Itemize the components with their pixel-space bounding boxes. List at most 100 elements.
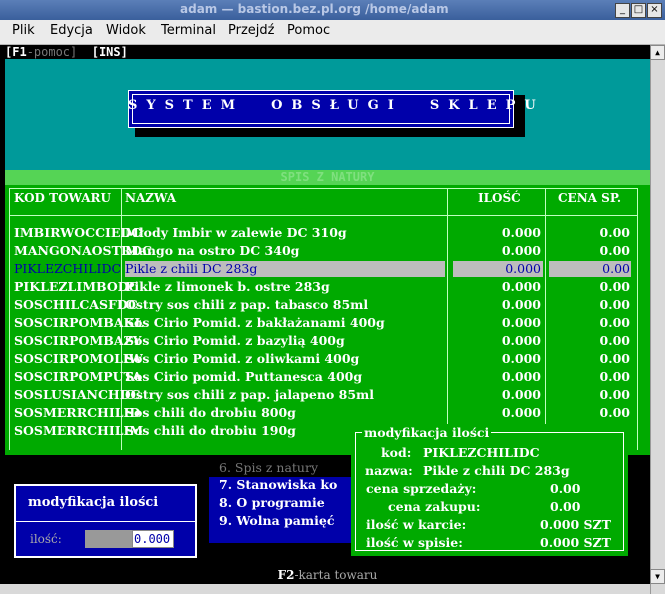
row-name: Ostry sos chili z pap. jalapeno 85ml — [125, 387, 375, 402]
row-qty: 0.000 — [505, 261, 541, 276]
row-code: SOSCIRPOMBAZY — [14, 333, 142, 348]
row-qty: 0.000 — [501, 405, 541, 420]
modify-line-label: nazwa: — [365, 463, 413, 478]
table-row[interactable]: IMBIRWOCCIEDC Młody Imbir w zalewie DC 31… — [0, 224, 650, 242]
vertical-scrollbar[interactable] — [650, 45, 665, 594]
table-row[interactable]: SOSLUSIANCHDC Ostry sos chili z pap. jala… — [0, 386, 650, 404]
row-price: 0.00 — [599, 387, 630, 402]
row-price: 0.00 — [599, 297, 630, 312]
scroll-up-icon[interactable]: ▲ — [650, 45, 665, 60]
row-name: Sos Cirio Pomid. z bakłażanami 400g — [125, 315, 385, 330]
f2-text: -karta towaru — [294, 568, 378, 582]
menu-item-spis[interactable]: 6. Spis z natury — [219, 460, 318, 475]
row-name: Mango na ostro DC 340g — [125, 243, 300, 258]
row-price: 0.00 — [599, 279, 630, 294]
modify-line-label: kod: — [381, 445, 412, 460]
row-code: PIKLEZLIMBODC — [14, 279, 139, 294]
modify-line-label: ilość w karcie: — [366, 517, 467, 532]
header-divider — [9, 215, 638, 216]
row-price: 0.00 — [599, 333, 630, 348]
row-code: SOSCHILCASFDC — [14, 297, 138, 312]
row-code: PIKLEZCHILIDC — [14, 261, 122, 276]
row-name: Sos Cirio Pomid. z oliwkami 400g — [125, 351, 360, 366]
col-header-code[interactable]: KOD TOWARU — [14, 191, 111, 205]
row-name: Pikle z limonek b. ostre 283g — [125, 279, 330, 294]
row-code: SOSCIRPOMPUTA — [14, 369, 142, 384]
modify-line-value: 0.00 — [550, 481, 581, 496]
table-row[interactable]: SOSCIRPOMBAKŁ Sos Cirio Pomid. z bakłażan… — [0, 314, 650, 332]
key-hints-bar: [F1-pomoc] [INS] — [5, 46, 650, 59]
row-name: Sos Cirio Pomid. z bazylią 400g — [125, 333, 345, 348]
row-price: 0.00 — [599, 405, 630, 420]
scroll-down-icon[interactable]: ▼ — [650, 569, 665, 584]
quantity-input-pad[interactable] — [85, 530, 132, 548]
row-code: SOSCIRPOMOLIW — [14, 351, 143, 366]
row-price: 0.00 — [599, 351, 630, 366]
table-row[interactable]: SOSCIRPOMPUTA Sos Cirio pomid. Puttanesca… — [0, 368, 650, 386]
menu-edycja[interactable]: Edycja — [50, 23, 93, 38]
table-row[interactable]: SOSCHILCASFDC Ostry sos chili z pap. taba… — [0, 296, 650, 314]
col-header-price[interactable]: CENA SP. — [558, 191, 621, 205]
modify-line-label: cena sprzedaży: — [366, 481, 477, 496]
row-name: Sos chili do drobiu 800g — [125, 405, 296, 420]
row-name: Sos chili do drobiu 190g — [125, 423, 296, 438]
quantity-dialog-divider — [16, 521, 195, 522]
quantity-input[interactable]: 0.000 — [132, 530, 174, 548]
frame-top — [9, 188, 638, 189]
menu-item-o-programie[interactable]: 8. O programie — [219, 495, 325, 510]
row-qty: 0.000 — [501, 225, 541, 240]
col-header-qty[interactable]: ILOŚĆ — [478, 191, 521, 205]
f1-help-text: -pomoc] — [26, 45, 78, 59]
ins-indicator: [INS] — [91, 45, 128, 59]
modify-line-value: 0.000 SZT — [540, 517, 611, 532]
title-bar[interactable]: adam — bastion.bez.pl.org /home/adam _ □… — [0, 0, 665, 20]
menu-widok[interactable]: Widok — [106, 23, 146, 38]
status-bar: F2-karta towaru — [5, 567, 650, 583]
modify-line-value: Pikle z chili DC 283g — [423, 463, 570, 478]
row-qty: 0.000 — [501, 369, 541, 384]
close-icon[interactable]: × — [647, 3, 662, 18]
row-code: IMBIRWOCCIEDC — [14, 225, 142, 240]
modify-line-value: PIKLEZCHILIDC — [423, 445, 540, 460]
row-code: SOSMERRCHILIM — [14, 423, 144, 438]
modify-panel-title: modyfikacja ilości — [362, 425, 492, 440]
row-qty: 0.000 — [501, 387, 541, 402]
table-row[interactable]: MANGONAOSTRDC Mango na ostro DC 340g 0.000… — [0, 242, 650, 260]
menu-item-stanowiska[interactable]: 7. Stanowiska ko — [219, 477, 337, 492]
menu-plik[interactable]: Plik — [12, 23, 35, 38]
quantity-dialog-title: modyfikacja ilości — [28, 495, 159, 510]
menu-przejdz[interactable]: Przejdź — [228, 23, 274, 38]
row-price: 0.00 — [599, 315, 630, 330]
system-title: SYSTEM OBSŁUGI SKLEPU — [128, 98, 545, 113]
list-title: SPIS Z NATURY — [280, 170, 375, 184]
row-name: Pikle z chili DC 283g — [125, 261, 258, 276]
menu-bar: Plik Edycja Widok Terminal Przejdź Pomoc — [0, 20, 665, 45]
table-row[interactable]: SOSCIRPOMBAZY Sos Cirio Pomid. z bazylią … — [0, 332, 650, 350]
menu-terminal[interactable]: Terminal — [161, 23, 216, 38]
row-name: Sos Cirio pomid. Puttanesca 400g — [125, 369, 363, 384]
menu-pomoc[interactable]: Pomoc — [287, 23, 330, 38]
f2-key: F2 — [277, 568, 295, 582]
minimize-icon[interactable]: _ — [615, 3, 630, 18]
col-header-name[interactable]: NAZWA — [125, 191, 176, 205]
table-row[interactable]: SOSMERRCHILID Sos chili do drobiu 800g 0.0… — [0, 404, 650, 422]
window-title: adam — bastion.bez.pl.org /home/adam — [180, 2, 449, 16]
row-qty: 0.000 — [501, 297, 541, 312]
table-row[interactable]: SOSCIRPOMOLIW Sos Cirio Pomid. z oliwkami… — [0, 350, 650, 368]
f1-key: [F1 — [5, 45, 27, 59]
row-price: 0.00 — [599, 225, 630, 240]
modify-line-value: 0.000 SZT — [540, 535, 611, 550]
row-qty: 0.000 — [501, 315, 541, 330]
row-name: Młody Imbir w zalewie DC 310g — [125, 225, 347, 240]
table-row[interactable]: PIKLEZLIMBODC Pikle z limonek b. ostre 28… — [0, 278, 650, 296]
horizontal-scrollbar[interactable] — [0, 584, 650, 594]
table-row-selected[interactable]: PIKLEZCHILIDC Pikle z chili DC 283g 0.000 0… — [0, 260, 650, 278]
row-code: SOSMERRCHILID — [14, 405, 141, 420]
row-code: SOSCIRPOMBAKŁ — [14, 315, 144, 330]
row-qty: 0.000 — [501, 333, 541, 348]
row-qty: 0.000 — [501, 243, 541, 258]
quantity-label: ilość: — [30, 532, 62, 546]
maximize-icon[interactable]: □ — [631, 3, 646, 18]
row-price: 0.00 — [599, 243, 630, 258]
menu-item-wolna-pamiec[interactable]: 9. Wolna pamięć — [219, 513, 334, 528]
